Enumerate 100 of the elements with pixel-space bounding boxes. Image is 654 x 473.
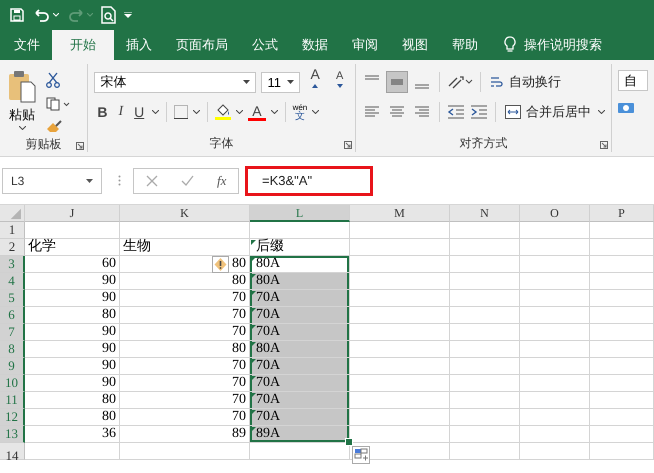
column-header[interactable]: J (25, 205, 120, 222)
paste-button[interactable]: 粘贴 (6, 66, 38, 134)
dialog-launcher-icon[interactable] (76, 142, 84, 150)
empty-cell (590, 324, 654, 341)
orientation-icon[interactable] (447, 74, 473, 90)
table-cell: 70 (232, 392, 246, 407)
name-box[interactable]: L3 (2, 168, 102, 194)
ribbon-tab[interactable]: 公式 (240, 30, 290, 60)
scissors-icon[interactable] (46, 72, 60, 88)
caret-icon[interactable] (312, 110, 320, 114)
caret-icon[interactable] (152, 110, 160, 114)
format-painter-icon[interactable] (46, 120, 62, 134)
caret-icon[interactable] (193, 110, 200, 114)
tell-me-search[interactable]: 操作说明搜索 (524, 30, 602, 60)
warning-icon[interactable] (212, 256, 229, 273)
column-header[interactable]: N (450, 205, 520, 222)
lightbulb-icon[interactable] (504, 36, 516, 54)
column-header[interactable]: P (590, 205, 654, 222)
row-header[interactable]: 1 (0, 222, 25, 239)
number-format-field[interactable]: 自 (618, 70, 648, 91)
font-name-field[interactable]: 宋体 (94, 72, 256, 92)
grow-font-button[interactable]: A (304, 66, 326, 98)
empty-cell (520, 256, 590, 273)
enter-check-icon[interactable] (180, 175, 194, 186)
column-header[interactable]: O (520, 205, 590, 222)
column-header[interactable]: L (250, 205, 350, 222)
bold-button[interactable]: B (94, 104, 110, 120)
empty-cell (450, 222, 520, 239)
underline-button[interactable]: U (131, 104, 148, 120)
row-header[interactable]: 5 (0, 290, 25, 307)
empty-cell (590, 392, 654, 409)
ribbon-tab[interactable]: 插入 (114, 30, 164, 60)
undo-icon[interactable] (33, 8, 51, 22)
row-header[interactable]: 4 (0, 273, 25, 290)
empty-cell (520, 341, 590, 358)
empty-cell (450, 239, 520, 256)
align-middle-icon[interactable] (387, 72, 407, 92)
merge-center-button[interactable]: 合并后居中 (503, 103, 593, 121)
font-color-button[interactable]: A (248, 104, 266, 120)
ribbon-tab[interactable]: 帮助 (440, 30, 490, 60)
increase-indent-icon[interactable] (470, 104, 488, 120)
table-cell: 70A (256, 375, 280, 390)
empty-cell (520, 375, 590, 392)
row-header[interactable]: 14 (0, 443, 25, 460)
print-preview-icon[interactable] (101, 6, 116, 24)
table-cell: 90 (25, 273, 120, 290)
group-label: 剪贴板 (26, 136, 62, 153)
save-icon[interactable] (9, 7, 25, 23)
empty-cell (450, 409, 520, 426)
dropdown-icon (86, 178, 93, 182)
wrap-text-button[interactable]: 自动换行 (488, 73, 563, 91)
table-cell: 80A (256, 273, 280, 288)
wrap-text-icon (490, 75, 504, 89)
ribbon-tab[interactable]: 页面布局 (164, 30, 240, 60)
error-indicator-icon (251, 257, 256, 262)
italic-button[interactable]: I (115, 104, 126, 120)
dialog-launcher-icon[interactable] (344, 141, 352, 149)
phonetic-guide-button[interactable]: wén 文 (292, 103, 308, 121)
row-header[interactable]: 13 (0, 426, 25, 443)
column-header[interactable]: M (350, 205, 450, 222)
row-header[interactable]: 2 (0, 239, 25, 256)
insert-function-button[interactable]: fx (217, 172, 226, 188)
ribbon-tab[interactable]: 视图 (390, 30, 440, 60)
row-header[interactable]: 11 (0, 392, 25, 409)
table-cell: 80 (232, 256, 246, 271)
row-header[interactable]: 7 (0, 324, 25, 341)
paste-options-icon[interactable] (352, 446, 370, 464)
group-label: 对齐方式 (460, 134, 508, 152)
row-header[interactable]: 3 (0, 256, 25, 273)
shrink-font-button[interactable]: A (330, 70, 349, 94)
dialog-launcher-icon[interactable] (600, 141, 608, 149)
decrease-indent-icon[interactable] (447, 104, 465, 120)
empty-cell (450, 273, 520, 290)
table-cell: 70A (256, 358, 280, 373)
down-triangle-icon (336, 84, 343, 88)
column-header[interactable]: K (120, 205, 250, 222)
ribbon-tab[interactable]: 开始 (52, 30, 114, 60)
empty-cell (520, 443, 590, 460)
row-header[interactable]: 6 (0, 307, 25, 324)
empty-cell (450, 290, 520, 307)
fill-handle[interactable] (345, 438, 353, 446)
font-size-field[interactable]: 11 (261, 72, 300, 92)
caret-icon[interactable] (270, 110, 278, 114)
caret-icon[interactable] (598, 110, 605, 114)
ribbon-tab[interactable]: 文件 (2, 30, 52, 60)
border-icon[interactable] (174, 105, 188, 119)
ribbon-tab[interactable]: 数据 (290, 30, 340, 60)
row-header[interactable]: 9 (0, 358, 25, 375)
caret-icon[interactable] (236, 110, 244, 114)
table-cell: 化学 (25, 239, 120, 256)
fill-color-icon[interactable] (215, 103, 232, 121)
row-header[interactable]: 10 (0, 375, 25, 392)
formula-field[interactable]: =K3&"A" (245, 166, 373, 196)
ribbon-tab[interactable]: 审阅 (340, 30, 390, 60)
customize-caret-icon[interactable] (124, 12, 132, 18)
row-header[interactable]: 12 (0, 409, 25, 426)
empty-cell (450, 307, 520, 324)
row-header[interactable]: 8 (0, 341, 25, 358)
more-icon (118, 175, 121, 186)
copy-icon[interactable] (46, 97, 70, 111)
